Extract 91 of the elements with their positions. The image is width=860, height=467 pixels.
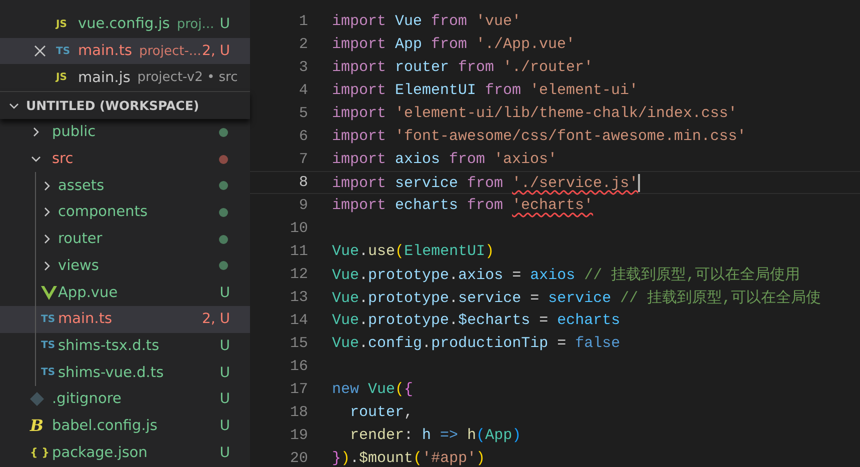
code-line: import App from './App.vue' — [332, 36, 576, 53]
line-number: 12 — [288, 266, 308, 283]
file-item[interactable]: B babel.config.js U — [0, 412, 250, 440]
code-line: import 'font-awesome/css/font-awesome.min.css' — [332, 128, 746, 145]
line-number: 20 — [288, 450, 308, 467]
git-status: U — [220, 391, 230, 408]
code-line: import router from './router' — [332, 59, 594, 76]
file-name: App.vue — [58, 284, 118, 301]
code-line: render: h => h(App) — [349, 427, 522, 444]
line-number: 9 — [298, 197, 308, 214]
file-name: shims-vue.d.ts — [58, 364, 164, 381]
git-status: U — [220, 338, 230, 354]
git-status: 2, U — [202, 311, 230, 328]
file-name: views — [58, 258, 99, 274]
line-number: 11 — [288, 243, 308, 260]
file-name: public — [52, 124, 96, 140]
v-logo-icon — [41, 286, 57, 300]
file-item[interactable]: TS shims-tsx.d.ts U — [0, 332, 250, 360]
git-status: U — [220, 364, 230, 381]
file-name: babel.config.js — [52, 418, 158, 434]
file-path: project-v2 • src — [137, 70, 238, 86]
line-number: 1 — [298, 13, 308, 30]
file-name: src — [52, 151, 74, 168]
code-line: new Vue({ — [332, 381, 414, 398]
git-status: U — [220, 444, 230, 461]
line-number: 14 — [288, 312, 308, 329]
line-number: 5 — [298, 105, 308, 122]
file-path: project-... — [139, 44, 202, 59]
file-name: main.ts — [78, 43, 132, 60]
file-item[interactable]: .gitignore U — [0, 386, 250, 413]
file-name: components — [58, 204, 148, 220]
workspace-header[interactable]: UNTITLED (WORKSPACE) — [0, 91, 250, 120]
line-number: 8 — [298, 174, 308, 191]
folder-item[interactable]: public — [0, 119, 250, 146]
open-editor-item[interactable]: JS main.js project-v2 • src — [0, 64, 250, 92]
file-name: router — [58, 231, 102, 248]
open-editor-item[interactable]: TS main.ts project-...2, U — [0, 38, 250, 64]
file-item[interactable]: TS shims-vue.d.ts U — [0, 359, 250, 386]
file-type-icon: JS — [56, 18, 78, 30]
line-number: 6 — [298, 128, 308, 145]
code-line: Vue.config.productionTip = false — [332, 335, 620, 352]
code-line: import service from './service.js' — [332, 174, 640, 192]
line-number: 2 — [298, 36, 308, 53]
file-item[interactable]: App.vue U — [0, 279, 250, 306]
folder-item[interactable]: src — [0, 146, 250, 172]
folder-item[interactable]: assets — [0, 172, 250, 200]
workspace-title: UNTITLED (WORKSPACE) — [26, 98, 200, 114]
file-name: vue.config.js — [78, 16, 170, 32]
git-status: 2, U — [202, 43, 230, 60]
file-type-icon: B — [30, 416, 52, 436]
code-line: Vue.prototype.service = service // 挂载到原型,可以在全局使 — [332, 288, 822, 307]
line-number: 3 — [298, 59, 308, 76]
diamond-icon — [30, 392, 44, 406]
code-line: import Vue from 'vue' — [332, 13, 522, 30]
line-number: 15 — [288, 335, 308, 352]
code-line: import 'element-ui/lib/theme-chalk/index.css' — [332, 105, 738, 122]
file-item[interactable]: { } package.json U — [0, 439, 250, 466]
line-number: 4 — [298, 82, 308, 99]
file-path: proj... — [176, 16, 214, 32]
git-status: U — [220, 418, 230, 434]
text-cursor — [638, 174, 640, 192]
file-type-icon: JS — [56, 72, 78, 84]
code-line: Vue.use(ElementUI) — [332, 243, 494, 260]
line-number: 18 — [288, 404, 308, 421]
file-name: main.js — [78, 70, 130, 86]
line-number: 19 — [288, 427, 308, 444]
open-editor-item[interactable]: JS vue.config.js proj... U — [0, 11, 250, 38]
file-type-icon: { } — [30, 446, 52, 460]
code-line: import axios from 'axios' — [332, 151, 558, 168]
file-name: package.json — [52, 444, 148, 461]
code-line: }).$mount('#app') — [332, 450, 486, 467]
close-icon[interactable] — [34, 45, 46, 58]
folder-item[interactable]: components — [0, 199, 250, 226]
code-line: router, — [349, 404, 414, 421]
line-number: 7 — [298, 151, 308, 168]
file-name: shims-tsx.d.ts — [58, 338, 160, 354]
git-status: U — [220, 16, 230, 32]
line-number: 13 — [288, 289, 308, 306]
code-line: Vue.prototype.$echarts = echarts — [332, 312, 620, 329]
git-status: U — [220, 284, 230, 301]
code-line: import ElementUI from 'element-ui' — [332, 82, 638, 99]
code-line: Vue.prototype.axios = axios // 挂载到原型,可以在全局使用 — [332, 266, 800, 284]
folder-item[interactable]: views — [0, 252, 250, 280]
line-number: 10 — [288, 220, 308, 237]
line-number: 16 — [288, 358, 308, 375]
file-type-icon: TS — [56, 46, 78, 57]
folder-item[interactable]: router — [0, 226, 250, 252]
file-name: .gitignore — [52, 391, 122, 408]
file-name: assets — [58, 178, 104, 194]
line-number: 17 — [288, 381, 308, 398]
code-line: import echarts from 'echarts' — [332, 197, 594, 214]
